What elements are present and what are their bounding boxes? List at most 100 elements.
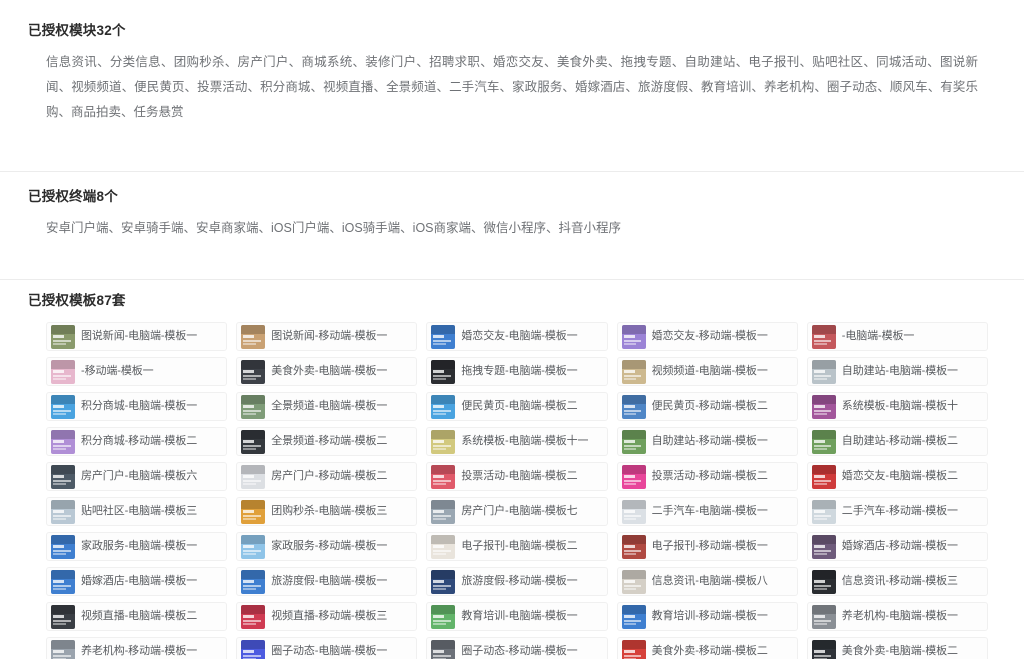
template-thumbnail (621, 464, 646, 489)
template-card-label: 美食外卖-电脑端-模板二 (841, 645, 958, 657)
authorized-terminals-list: 安卓门户端、安卓骑手端、安卓商家端、iOS门户端、iOS骑手端、iOS商家端、微… (46, 221, 622, 235)
template-card-label: 视频直播-电脑端-模板二 (81, 610, 198, 622)
template-card[interactable]: 积分商城-移动端-模板二 (46, 427, 228, 456)
template-thumbnail (811, 429, 836, 454)
template-thumbnail (431, 359, 456, 384)
template-card-label: 美食外卖-移动端-模板二 (651, 645, 768, 657)
template-card[interactable]: 家政服务-电脑端-模板一 (46, 532, 228, 561)
authorized-templates-section: 已授权模板87套 图说新闻-电脑端-模板一 图说新闻-移动端-模板一 婚恋交友-电脑… (0, 280, 1024, 659)
template-card[interactable]: 婚嫁酒店-电脑端-模板一 (46, 567, 228, 596)
template-thumbnail (621, 359, 646, 384)
template-card-label: 自助建站-移动端-模板一 (651, 435, 768, 447)
spacer-terminals-templates (0, 241, 1024, 279)
template-card-label: 旅游度假-电脑端-模板一 (271, 575, 388, 587)
template-thumbnail (51, 604, 75, 629)
template-thumbnail (51, 569, 75, 594)
template-card[interactable]: 美食外卖-移动端-模板二 (616, 637, 798, 659)
template-card-label: 美食外卖-电脑端-模板一 (271, 365, 388, 377)
template-card[interactable]: 房产门户-电脑端-模板六 (46, 462, 228, 491)
template-card-label: 贴吧社区-电脑端-模板三 (81, 505, 198, 517)
template-card-label: 全景频道-移动端-模板二 (271, 435, 388, 447)
template-card[interactable]: 婚恋交友-移动端-模板一 (616, 322, 798, 351)
template-card[interactable]: 婚恋交友-电脑端-模板二 (806, 462, 988, 491)
template-card-label: 图说新闻-移动端-模板一 (271, 330, 388, 342)
template-card-label: 婚嫁酒店-电脑端-模板一 (81, 575, 198, 587)
template-card[interactable]: 美食外卖-电脑端-模板一 (236, 357, 418, 386)
template-thumbnail (621, 394, 646, 419)
template-card[interactable]: 家政服务-移动端-模板一 (236, 532, 418, 561)
template-card[interactable]: 全景频道-电脑端-模板一 (236, 392, 418, 421)
template-thumbnail (811, 604, 836, 629)
template-card[interactable]: 教育培训-电脑端-模板一 (426, 602, 608, 631)
template-card[interactable]: 系统模板-电脑端-模板十一 (426, 427, 608, 456)
template-card-label: 自助建站-移动端-模板二 (841, 435, 958, 447)
template-card[interactable]: 投票活动-移动端-模板二 (616, 462, 798, 491)
template-card[interactable]: 旅游度假-电脑端-模板一 (236, 567, 418, 596)
authorized-modules-title: 已授权模块32个 (28, 23, 126, 38)
template-card-label: 积分商城-电脑端-模板一 (81, 400, 198, 412)
template-thumbnail (621, 429, 646, 454)
template-thumbnail (621, 499, 646, 524)
template-card[interactable]: 视频频道-电脑端-模板一 (616, 357, 798, 386)
template-card[interactable]: 房产门户-电脑端-模板七 (426, 497, 608, 526)
template-card[interactable]: 图说新闻-电脑端-模板一 (46, 322, 228, 351)
authorized-terminals-title: 已授权终端8个 (28, 189, 118, 204)
template-card[interactable]: 养老机构-移动端-模板一 (46, 637, 228, 659)
template-card[interactable]: 教育培训-移动端-模板一 (616, 602, 798, 631)
template-card[interactable]: 视频直播-移动端-模板三 (236, 602, 418, 631)
template-card[interactable]: 团购秒杀-电脑端-模板三 (236, 497, 418, 526)
template-card[interactable]: 积分商城-电脑端-模板一 (46, 392, 228, 421)
template-card[interactable]: 便民黄页-电脑端-模板二 (426, 392, 608, 421)
template-card-label: 教育培训-移动端-模板一 (651, 610, 768, 622)
template-thumbnail (51, 499, 75, 524)
template-card[interactable]: 美食外卖-电脑端-模板二 (806, 637, 988, 659)
template-card-label: 电子报刊-移动端-模板一 (651, 540, 768, 552)
template-thumbnail (431, 429, 456, 454)
template-card[interactable]: 贴吧社区-电脑端-模板三 (46, 497, 228, 526)
authorization-page: 已授权模块32个 信息资讯、分类信息、团购秒杀、房产门户、商城系统、装修门户、招… (0, 0, 1024, 659)
template-card[interactable]: 拖拽专题-电脑端-模板一 (426, 357, 608, 386)
template-card[interactable]: 自助建站-移动端-模板一 (616, 427, 798, 456)
template-thumbnail (811, 534, 836, 559)
template-card[interactable]: 视频直播-电脑端-模板二 (46, 602, 228, 631)
template-card[interactable]: 婚嫁酒店-移动端-模板一 (806, 532, 988, 561)
template-thumbnail (811, 499, 836, 524)
template-card[interactable]: -电脑端-模板一 (806, 322, 988, 351)
template-card[interactable]: 养老机构-电脑端-模板一 (806, 602, 988, 631)
template-thumbnail (621, 569, 646, 594)
template-card[interactable]: 二手汽车-电脑端-模板一 (616, 497, 798, 526)
template-card[interactable]: 婚恋交友-电脑端-模板一 (426, 322, 608, 351)
authorized-modules-list: 信息资讯、分类信息、团购秒杀、房产门户、商城系统、装修门户、招聘求职、婚恋交友、… (46, 55, 978, 119)
template-thumbnail (241, 429, 266, 454)
template-card[interactable]: 自助建站-移动端-模板二 (806, 427, 988, 456)
template-card[interactable]: 投票活动-电脑端-模板二 (426, 462, 608, 491)
template-card[interactable]: 圈子动态-电脑端-模板一 (236, 637, 418, 659)
template-card[interactable]: 旅游度假-移动端-模板一 (426, 567, 608, 596)
template-thumbnail (431, 604, 456, 629)
template-card[interactable]: 信息资讯-移动端-模板三 (806, 567, 988, 596)
template-card[interactable]: 自助建站-电脑端-模板一 (806, 357, 988, 386)
template-card-label: 全景频道-电脑端-模板一 (271, 400, 388, 412)
template-card[interactable]: 房产门户-移动端-模板二 (236, 462, 418, 491)
template-card[interactable]: 二手汽车-移动端-模板一 (806, 497, 988, 526)
template-card[interactable]: -移动端-模板一 (46, 357, 228, 386)
template-card-label: 婚嫁酒店-移动端-模板一 (841, 540, 958, 552)
template-card-label: 房产门户-移动端-模板二 (271, 470, 388, 482)
template-thumbnail (431, 534, 456, 559)
template-card-label: 圈子动态-移动端-模板一 (461, 645, 578, 657)
template-thumbnail (811, 569, 836, 594)
template-card[interactable]: 电子报刊-电脑端-模板二 (426, 532, 608, 561)
template-thumbnail (621, 604, 646, 629)
template-card[interactable]: 信息资讯-电脑端-模板八 (616, 567, 798, 596)
template-thumbnail (431, 499, 456, 524)
template-card[interactable]: 便民黄页-移动端-模板二 (616, 392, 798, 421)
template-card[interactable]: 系统模板-电脑端-模板十 (806, 392, 988, 421)
template-thumbnail (811, 324, 836, 349)
template-card[interactable]: 全景频道-移动端-模板二 (236, 427, 418, 456)
template-card-label: 二手汽车-电脑端-模板一 (651, 505, 768, 517)
template-card[interactable]: 电子报刊-移动端-模板一 (616, 532, 798, 561)
template-thumbnail (241, 534, 266, 559)
template-thumbnail (241, 499, 266, 524)
template-card[interactable]: 圈子动态-移动端-模板一 (426, 637, 608, 659)
template-card[interactable]: 图说新闻-移动端-模板一 (236, 322, 418, 351)
